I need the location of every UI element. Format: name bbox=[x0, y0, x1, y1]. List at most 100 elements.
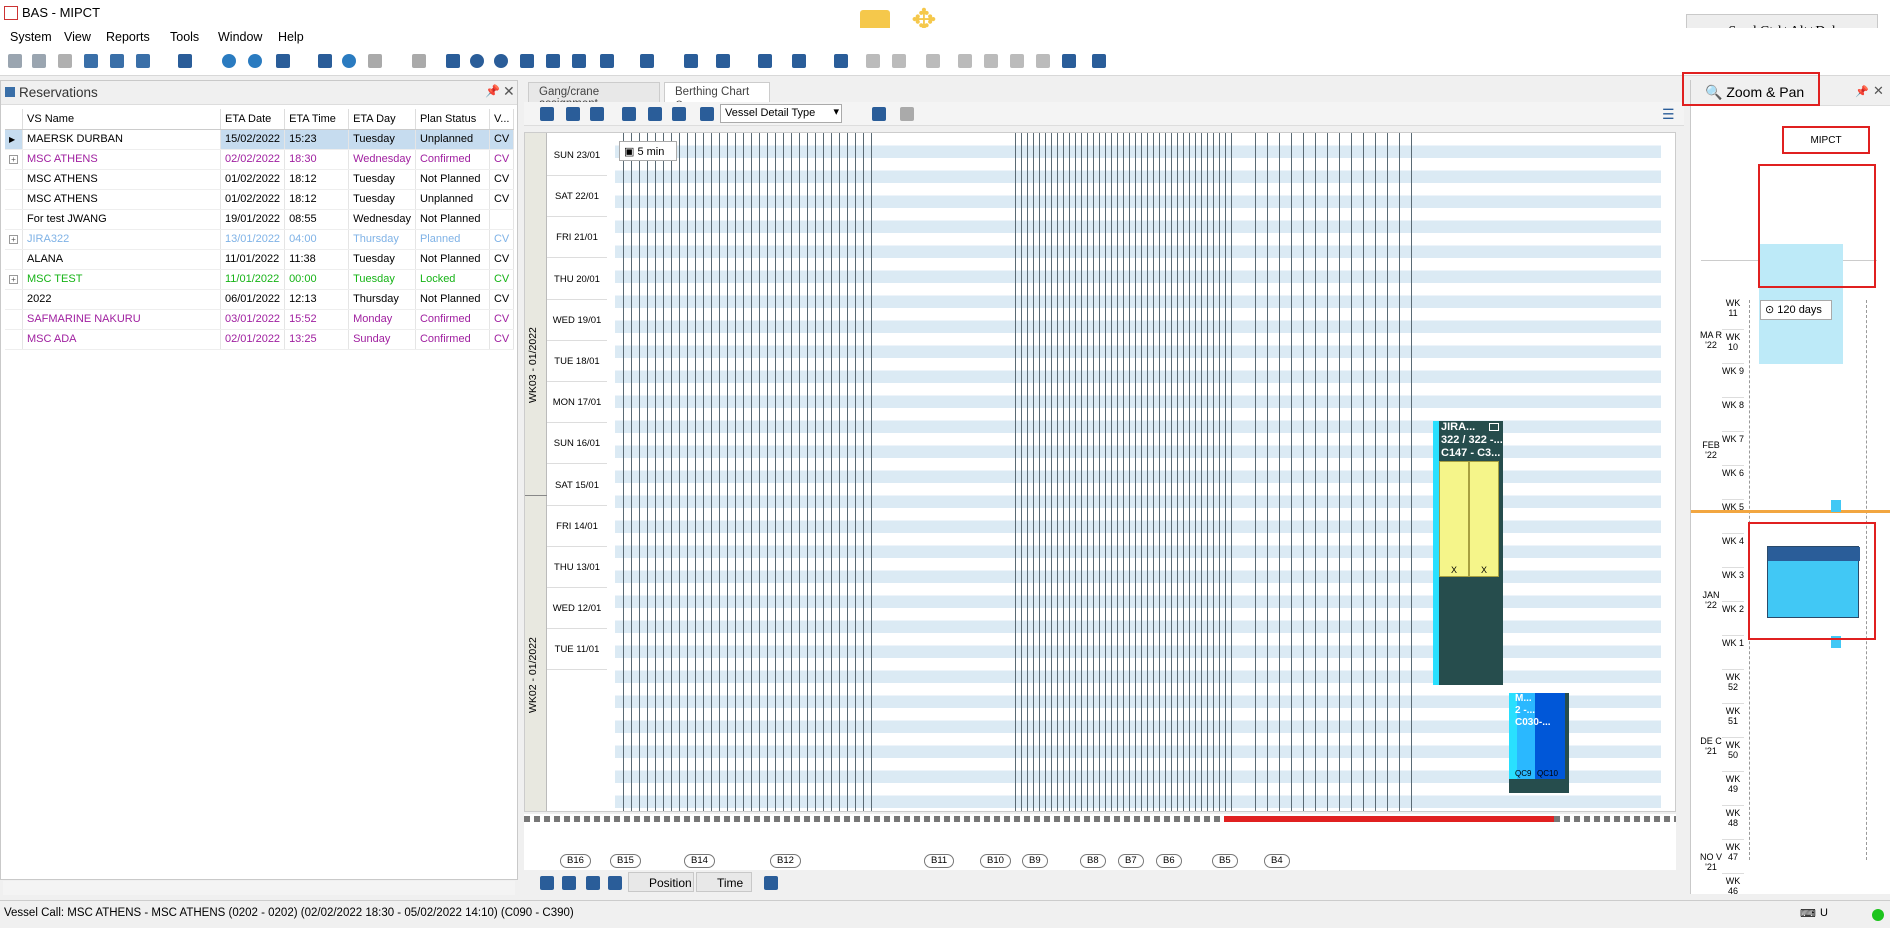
expand-icon[interactable]: + bbox=[9, 274, 18, 284]
menu-lines-icon[interactable]: ☰ bbox=[1662, 106, 1675, 123]
disabled2-icon[interactable] bbox=[892, 54, 906, 68]
berth-label[interactable]: B7 bbox=[1118, 854, 1144, 868]
cloud-icon[interactable] bbox=[834, 54, 848, 68]
interval-indicator[interactable]: ▣ 5 min bbox=[619, 141, 677, 161]
berth-label[interactable]: B8 bbox=[1080, 854, 1106, 868]
col-vs-name[interactable]: VS Name bbox=[22, 109, 221, 130]
table-row[interactable]: MSC ATHENS 01/02/2022 18:12 Tuesday Not Plan… bbox=[5, 169, 515, 190]
menu-window[interactable]: Window bbox=[218, 30, 262, 44]
berth-grid[interactable] bbox=[615, 133, 1661, 811]
globe-icon[interactable] bbox=[342, 54, 356, 68]
table-row[interactable]: MSC ATHENS 01/02/2022 18:12 Tuesday Unplanne… bbox=[5, 189, 515, 210]
menu-view[interactable]: View bbox=[64, 30, 91, 44]
delete-icon[interactable] bbox=[58, 54, 72, 68]
menu-tools[interactable]: Tools bbox=[170, 30, 199, 44]
grid-off-icon[interactable] bbox=[412, 54, 426, 68]
tab-berthing-chart[interactable]: Berthing Chart ⊗ bbox=[664, 82, 770, 110]
grid-icon[interactable] bbox=[136, 54, 150, 68]
font-style-icon[interactable] bbox=[672, 107, 686, 121]
expand-icon[interactable]: + bbox=[9, 234, 18, 244]
col-eta-day[interactable]: ETA Day bbox=[348, 109, 416, 130]
berth-label[interactable]: B6 bbox=[1156, 854, 1182, 868]
crane-icon[interactable] bbox=[520, 54, 534, 68]
table-row[interactable]: For test JWANG 19/01/2022 08:55 Wednesday No… bbox=[5, 209, 515, 230]
list-icon[interactable] bbox=[110, 54, 124, 68]
table-row[interactable]: + MSC TEST 11/01/2022 00:00 Tuesday Locked CV bbox=[5, 269, 515, 290]
position-toggle[interactable]: Position bbox=[628, 872, 694, 892]
search-icon[interactable] bbox=[494, 54, 508, 68]
back-icon[interactable] bbox=[8, 54, 22, 68]
save-icon[interactable] bbox=[600, 54, 614, 68]
grid-settings-icon[interactable] bbox=[1092, 54, 1106, 68]
filter-icon[interactable] bbox=[84, 54, 98, 68]
paint-icon[interactable] bbox=[700, 107, 714, 121]
table-row[interactable]: ALANA 11/01/2022 11:38 Tuesday Not Planned CV bbox=[5, 249, 515, 270]
tab-gang-crane[interactable]: Gang/crane assignment bbox=[528, 82, 660, 110]
berth-icon[interactable] bbox=[572, 54, 586, 68]
comment-icon[interactable] bbox=[958, 54, 972, 68]
table-icon[interactable] bbox=[446, 54, 460, 68]
stack-icon[interactable] bbox=[276, 54, 290, 68]
export-icon[interactable] bbox=[640, 54, 654, 68]
vessel-block-jira[interactable]: JIRA... 322 / 322 -... C147 - C3... X X bbox=[1433, 421, 1503, 685]
menu-reports[interactable]: Reports bbox=[106, 30, 150, 44]
berth-label[interactable]: B9 bbox=[1022, 854, 1048, 868]
nav-up-icon[interactable] bbox=[586, 876, 600, 890]
crane2-icon[interactable] bbox=[546, 54, 560, 68]
table-row[interactable]: ▶ MAERSK DURBAN 15/02/2022 15:23 Tuesday Unpl… bbox=[5, 129, 515, 150]
refresh-icon[interactable] bbox=[222, 54, 236, 68]
table-row[interactable]: SAFMARINE NAKURU 03/01/2022 15:52 Monday Con… bbox=[5, 309, 515, 330]
mail-icon[interactable] bbox=[792, 54, 806, 68]
camera-icon[interactable] bbox=[684, 54, 698, 68]
pin-icon[interactable]: 📌 bbox=[485, 84, 500, 98]
col-v[interactable]: V... bbox=[489, 109, 515, 130]
settings-panel-icon[interactable] bbox=[872, 107, 886, 121]
eye-icon[interactable] bbox=[470, 54, 484, 68]
zoom-pin-icon[interactable]: 📌 bbox=[1855, 85, 1869, 98]
berth-label[interactable]: B11 bbox=[924, 854, 955, 868]
disabled3-icon[interactable] bbox=[926, 54, 940, 68]
nav-left-icon[interactable] bbox=[540, 876, 554, 890]
nav-right-icon[interactable] bbox=[562, 876, 576, 890]
comment3-icon[interactable] bbox=[1010, 54, 1024, 68]
vessel-detail-type-select[interactable]: Vessel Detail Type ▾ bbox=[720, 104, 842, 123]
zoom-range[interactable]: ⊙ 120 days bbox=[1760, 300, 1832, 320]
fit-width-icon[interactable] bbox=[540, 107, 554, 121]
font-smaller-icon[interactable] bbox=[648, 107, 662, 121]
berth-label[interactable]: B12 bbox=[770, 854, 801, 868]
berth-label[interactable]: B10 bbox=[980, 854, 1011, 868]
table-row[interactable]: + JIRA322 13/01/2022 04:00 Thursday Planned CV bbox=[5, 229, 515, 250]
close-icon[interactable]: ✕ bbox=[503, 83, 515, 100]
menu-help[interactable]: Help bbox=[278, 30, 304, 44]
table-row[interactable]: 2022 06/01/2022 12:13 Thursday Not Planned CV bbox=[5, 289, 515, 310]
time-toggle[interactable]: Time bbox=[696, 872, 752, 892]
disabled1-icon[interactable] bbox=[866, 54, 880, 68]
pan-icon[interactable] bbox=[764, 876, 778, 890]
berth-label[interactable]: B15 bbox=[610, 854, 641, 868]
table-row[interactable]: MSC ADA 02/01/2022 13:25 Sunday Confirmed CV bbox=[5, 329, 515, 350]
expand-icon[interactable]: + bbox=[9, 154, 18, 164]
nav-down-icon[interactable] bbox=[608, 876, 622, 890]
window-icon[interactable] bbox=[1062, 54, 1076, 68]
zoom-close-icon[interactable]: ✕ bbox=[1873, 83, 1884, 99]
comment4-icon[interactable] bbox=[1036, 54, 1050, 68]
info-icon[interactable] bbox=[248, 54, 262, 68]
table-row[interactable]: + MSC ATHENS 02/02/2022 18:30 Wednesday Confi… bbox=[5, 149, 515, 170]
link-icon[interactable] bbox=[368, 54, 382, 68]
fit-all-icon[interactable] bbox=[566, 107, 580, 121]
queue-icon[interactable] bbox=[318, 54, 332, 68]
layers-icon[interactable] bbox=[178, 54, 192, 68]
print-preview-icon[interactable] bbox=[758, 54, 772, 68]
comment2-icon[interactable] bbox=[984, 54, 998, 68]
berth-label[interactable]: B4 bbox=[1264, 854, 1290, 868]
col-eta-date[interactable]: ETA Date bbox=[220, 109, 286, 130]
berth-label[interactable]: B5 bbox=[1212, 854, 1238, 868]
forward-icon[interactable] bbox=[32, 54, 46, 68]
col-eta-time[interactable]: ETA Time bbox=[284, 109, 350, 130]
vessel-block-msc[interactable]: M... 2 -... C030-... QC9 QC10 bbox=[1509, 693, 1569, 793]
berth-label[interactable]: B16 bbox=[560, 854, 591, 868]
font-size-icon[interactable] bbox=[622, 107, 636, 121]
berth-label[interactable]: B14 bbox=[684, 854, 715, 868]
horizontal-scrollbar[interactable] bbox=[3, 881, 515, 895]
expand-icon[interactable] bbox=[590, 107, 604, 121]
